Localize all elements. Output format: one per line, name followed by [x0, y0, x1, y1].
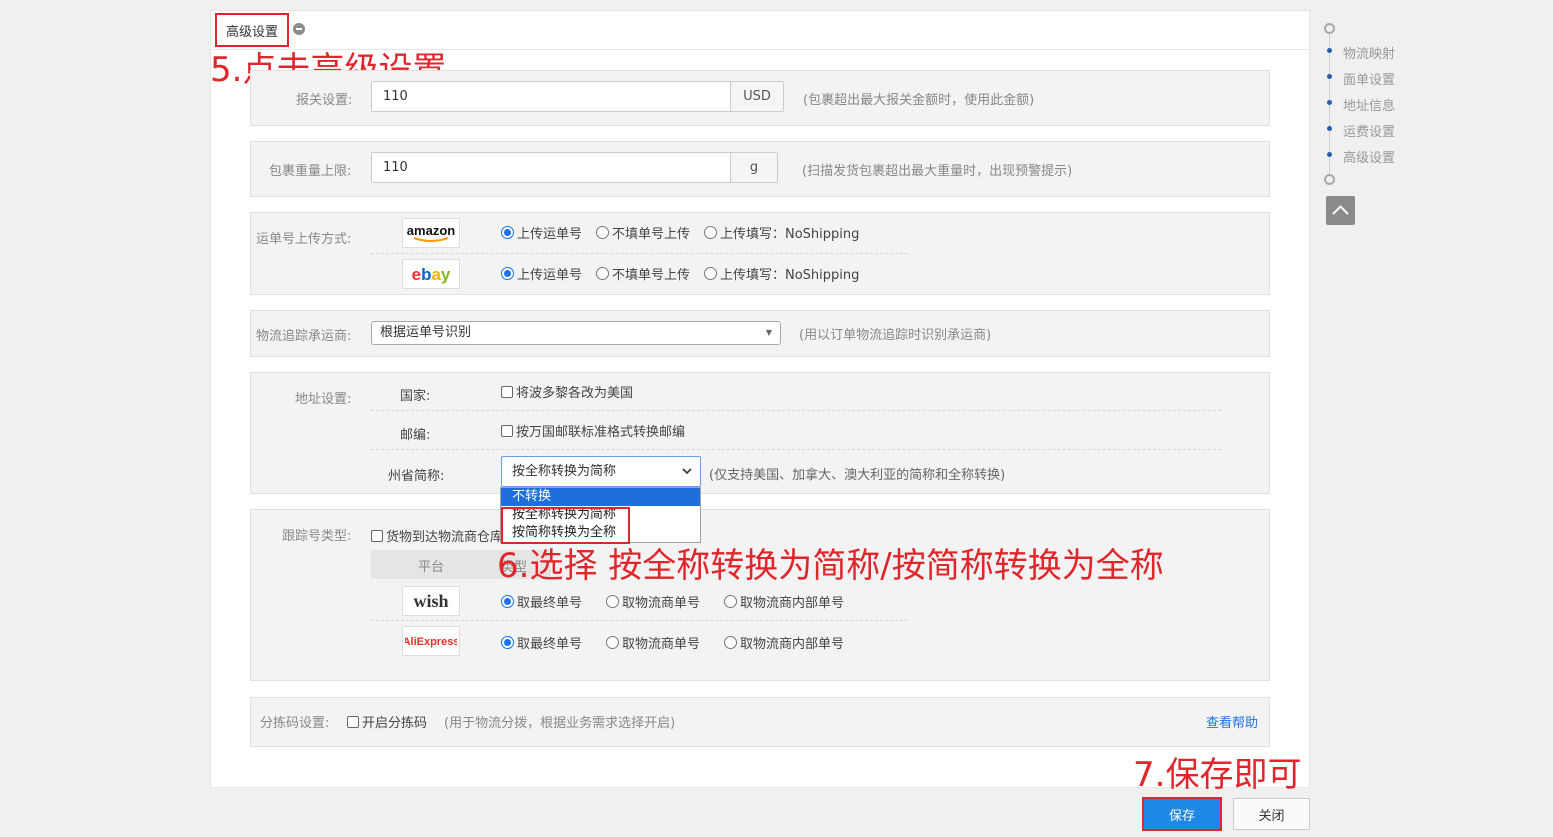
svg-text:amazon: amazon [407, 223, 455, 238]
weight-input[interactable]: 110 [371, 152, 731, 183]
weight-unit: g [731, 152, 778, 183]
ebay-radio-noshipping[interactable]: 上传填写：NoShipping [704, 264, 859, 283]
aliexpress-radio-internal[interactable]: 取物流商内部单号 [724, 633, 844, 652]
help-link[interactable]: 查看帮助 [1206, 712, 1258, 731]
amazon-logo: amazon [402, 218, 460, 248]
side-nav-item[interactable]: 面单设置 [1343, 69, 1395, 88]
carrier-select-value: 根据运单号识别 [380, 325, 472, 340]
sorting-hint: (用于物流分拨，根据业务需求选择开启) [444, 716, 676, 731]
carrier-select[interactable]: 根据运单号识别 ▼ [371, 321, 781, 345]
state-label: 州省简称: [388, 469, 445, 484]
sorting-checkbox[interactable]: 开启分拣码 [347, 712, 427, 731]
close-button[interactable]: 关闭 [1233, 798, 1310, 830]
carrier-label: 物流追踪承运商: [256, 329, 352, 344]
zip-label: 邮编: [400, 428, 431, 443]
annotation-highlight-box [501, 507, 630, 544]
back-to-top-button[interactable] [1326, 196, 1355, 225]
annotation-step6: 6.选择 按全称转换为简称/按简称转换为全称 [497, 546, 1164, 586]
nav-end-ring [1324, 174, 1335, 185]
nav-start-ring [1324, 23, 1335, 34]
tracking-type-label: 跟踪号类型: [282, 529, 352, 544]
dropdown-arrow-icon: ▼ [765, 328, 772, 337]
aliexpress-radio-carrier[interactable]: 取物流商单号 [606, 633, 700, 652]
divider [371, 253, 908, 254]
amazon-radio-noshipping[interactable]: 上传填写：NoShipping [704, 223, 859, 242]
side-nav-item[interactable]: 地址信息 [1343, 95, 1395, 114]
state-hint: (仅支持美国、加拿大、澳大利亚的简称和全称转换) [709, 468, 1006, 483]
panel-header: 高级设置 [211, 11, 1309, 50]
customs-input[interactable]: 110 [371, 81, 731, 112]
nav-dot [1327, 74, 1332, 79]
aliexpress-logo: AliExpress [402, 626, 460, 656]
advanced-settings-tab[interactable]: 高级设置 [215, 13, 289, 47]
warehouse-checkbox[interactable]: 货物到达物流商仓库 [371, 526, 503, 545]
platform-column-header: 平台 [418, 560, 445, 575]
chevron-down-icon [682, 468, 692, 475]
carrier-hint: (用以订单物流追踪时识别承运商) [799, 328, 992, 343]
weight-label: 包裹重量上限: [269, 164, 352, 179]
sorting-label: 分拣码设置: [260, 716, 330, 731]
annotation-step7: 7.保存即可 [1133, 755, 1302, 795]
collapse-icon[interactable] [293, 23, 305, 35]
side-nav-item[interactable]: 物流映射 [1343, 43, 1395, 62]
wish-radio-final[interactable]: 取最终单号 [501, 592, 582, 611]
amazon-radio-upload[interactable]: 上传运单号 [501, 223, 582, 242]
divider [371, 410, 1221, 411]
wish-radio-carrier[interactable]: 取物流商单号 [606, 592, 700, 611]
customs-hint: (包裹超出最大报关金额时，使用此金额) [803, 93, 1035, 108]
nav-dot [1327, 100, 1332, 105]
country-checkbox[interactable]: 将波多黎各改为美国 [501, 382, 633, 401]
address-label: 地址设置: [295, 392, 352, 407]
tracking-upload-label: 运单号上传方式: [256, 232, 352, 247]
aliexpress-radio-final[interactable]: 取最终单号 [501, 633, 582, 652]
divider [371, 449, 1221, 450]
side-nav-item[interactable]: 运费设置 [1343, 121, 1395, 140]
nav-dot [1327, 48, 1332, 53]
wish-radio-internal[interactable]: 取物流商内部单号 [724, 592, 844, 611]
state-option-none[interactable]: 不转换 [501, 488, 700, 506]
amazon-radio-no-number[interactable]: 不填单号上传 [596, 223, 690, 242]
customs-label: 报关设置: [296, 93, 353, 108]
chevron-up-icon [1332, 205, 1349, 215]
svg-text:AliExpress: AliExpress [405, 636, 457, 648]
zip-checkbox[interactable]: 按万国邮联标准格式转换邮编 [501, 421, 685, 440]
ebay-radio-no-number[interactable]: 不填单号上传 [596, 264, 690, 283]
side-nav-item[interactable]: 高级设置 [1343, 147, 1395, 166]
ebay-radio-upload[interactable]: 上传运单号 [501, 264, 582, 283]
ebay-logo: ebay [402, 259, 460, 289]
wish-logo: wish [402, 586, 460, 616]
save-button[interactable]: 保存 [1142, 797, 1222, 831]
nav-dot [1327, 152, 1332, 157]
weight-hint: (扫描发货包裹超出最大重量时，出现预警提示) [802, 164, 1073, 179]
state-select-value: 按全称转换为简称 [512, 464, 617, 479]
svg-text:wish: wish [413, 591, 448, 611]
svg-text:ebay: ebay [412, 265, 451, 284]
country-label: 国家: [400, 389, 431, 404]
customs-unit: USD [731, 81, 784, 112]
nav-dot [1327, 126, 1332, 131]
state-select[interactable]: 按全称转换为简称 [501, 456, 701, 487]
divider [371, 620, 908, 621]
